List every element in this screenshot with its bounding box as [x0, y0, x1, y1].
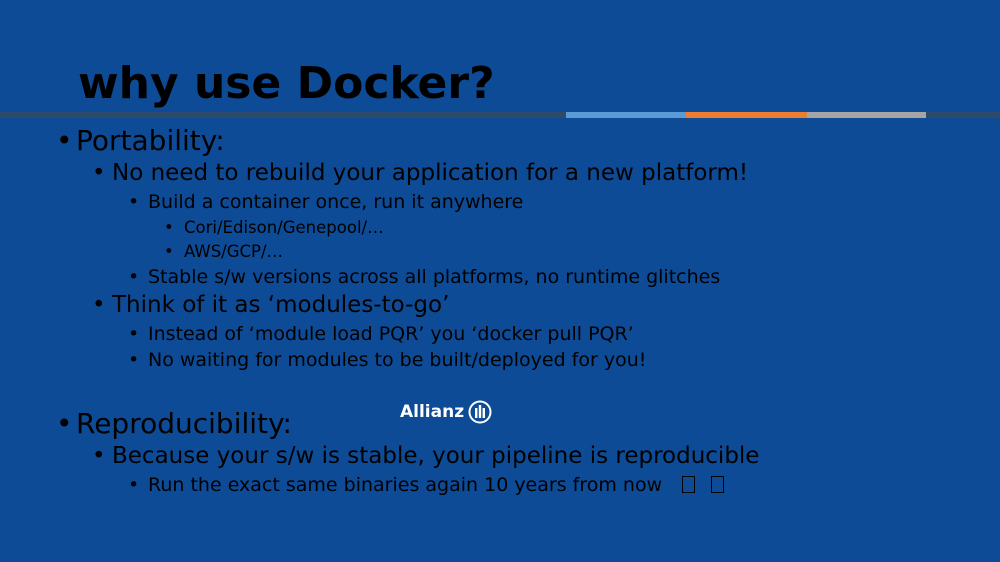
bullet-dot: •	[128, 191, 140, 213]
bullet-item: • Stable s/w versions across all platfor…	[128, 266, 721, 288]
bullet-item: • No waiting for modules to be built/dep…	[128, 349, 647, 371]
bullet-text: Instead of ‘module load PQR’ you ‘docker…	[148, 323, 634, 345]
bullet-text: Stable s/w versions across all platforms…	[148, 266, 721, 288]
bullet-dot: •	[128, 474, 140, 496]
divider-segment-end	[926, 112, 1000, 118]
bullet-dot: •	[128, 266, 140, 288]
bullet-text: Cori/Edison/Genepool/…	[184, 218, 384, 237]
title-divider	[0, 112, 1000, 118]
bullet-text: Portability:	[76, 124, 225, 157]
bullet-dot: •	[164, 242, 174, 261]
bullet-text: Build a container once, run it anywhere	[148, 191, 524, 213]
bullet-dot: •	[56, 124, 73, 157]
bullet-dot: •	[56, 407, 73, 440]
bullet-item: • Think of it as ‘modules-to-go’	[92, 292, 450, 318]
bullet-text: Reproducibility:	[76, 407, 292, 440]
bullet-item: • Build a container once, run it anywher…	[128, 191, 524, 213]
bullet-item: • Reproducibility:	[56, 407, 292, 440]
bullet-item: • Run the exact same binaries again 10 y…	[128, 474, 725, 496]
divider-segment-gray	[807, 112, 926, 118]
divider-segment-blue	[566, 112, 686, 118]
logo-text: Allianz	[400, 402, 465, 422]
bullet-dot: •	[128, 349, 140, 371]
bullet-text: Think of it as ‘modules-to-go’	[112, 292, 450, 318]
bullet-dot: •	[92, 443, 106, 469]
allianz-logo-icon	[468, 400, 492, 424]
bullet-text: Because your s/w is stable, your pipelin…	[112, 443, 760, 469]
bullet-item: • Portability:	[56, 124, 225, 157]
missing-glyph-icon	[711, 476, 725, 493]
missing-glyph-icon	[682, 476, 696, 493]
bullet-item: • AWS/GCP/…	[164, 242, 284, 261]
bullet-item: • Instead of ‘module load PQR’ you ‘dock…	[128, 323, 634, 345]
allianz-logo: Allianz	[400, 399, 492, 425]
bullet-dot: •	[92, 160, 106, 186]
slide: why use Docker? • Portability: • No need…	[0, 0, 1000, 562]
divider-segment-dark	[0, 112, 566, 118]
bullet-dot: •	[92, 292, 106, 318]
bullet-dot: •	[128, 323, 140, 345]
divider-segment-orange	[686, 112, 807, 118]
bullet-text: No need to rebuild your application for …	[112, 160, 749, 186]
bullet-text: No waiting for modules to be built/deplo…	[148, 349, 647, 371]
bullet-item: • No need to rebuild your application fo…	[92, 160, 749, 186]
slide-title: why use Docker?	[78, 58, 495, 109]
bullet-item: • Cori/Edison/Genepool/…	[164, 218, 384, 237]
bullet-text: AWS/GCP/…	[184, 242, 284, 261]
bullet-dot: •	[164, 218, 174, 237]
bullet-item: • Because your s/w is stable, your pipel…	[92, 443, 760, 469]
bullet-text: Run the exact same binaries again 10 yea…	[148, 474, 663, 496]
